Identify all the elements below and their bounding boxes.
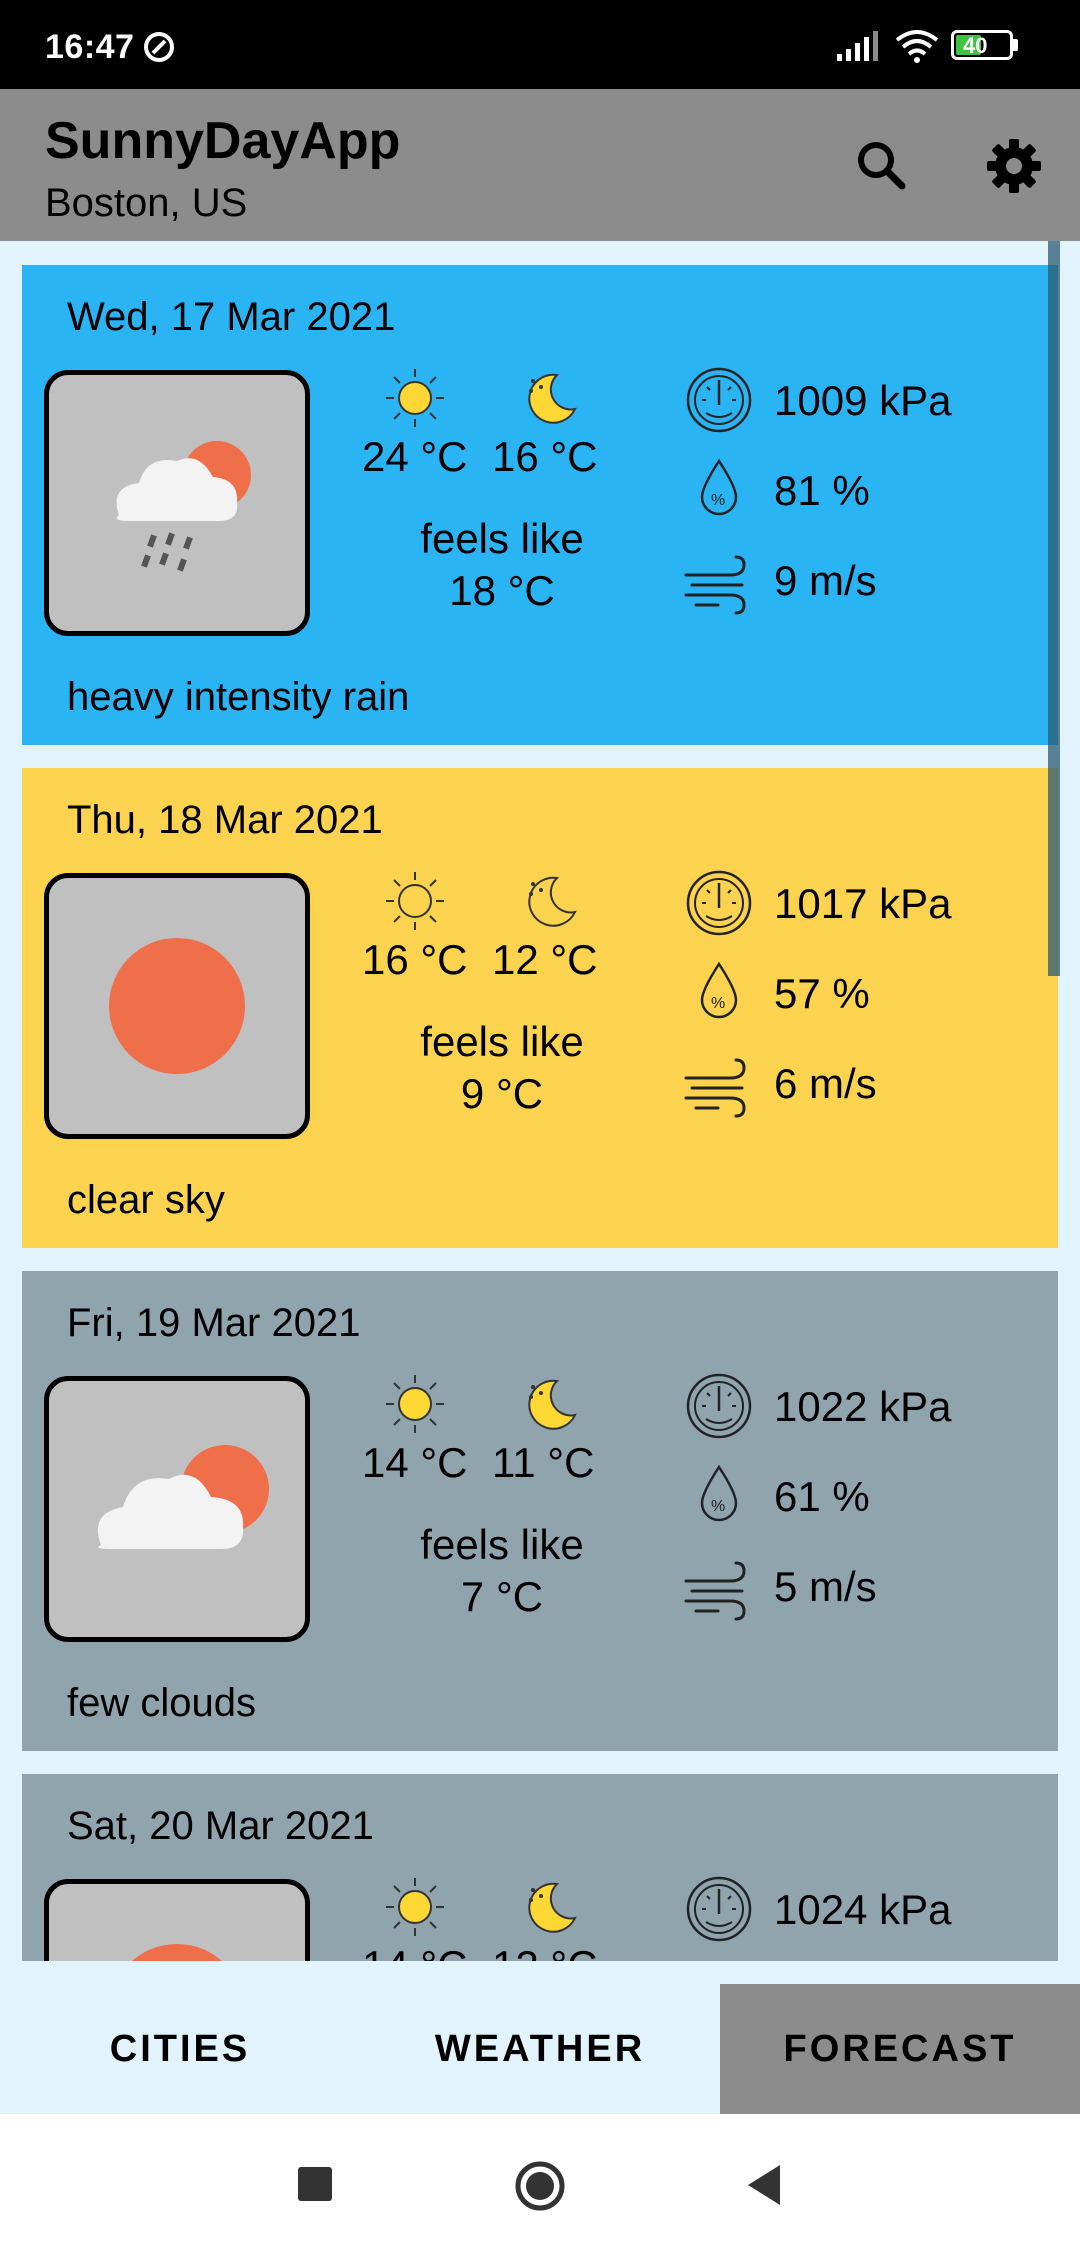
settings-button[interactable] [982,134,1046,198]
feels-like-value: 7 °C [460,1573,544,1620]
wind-value: 6 m/s [774,1060,877,1107]
wind-value: 9 m/s [774,557,877,604]
humidity-value: 61 % [774,1473,870,1520]
recents-button[interactable] [298,2167,332,2201]
app-bar: SunnyDayApp Boston, US [0,89,1080,241]
cellular-signal-icon [837,31,878,61]
app-title: SunnyDayApp [45,112,401,170]
moon-icon [528,1379,577,1430]
humidity-value: 57 % [774,970,870,1017]
night-temperature: 12 °C [492,936,598,983]
wind-value: 5 m/s [774,1563,877,1610]
humidity-drop-icon: % [700,458,738,516]
svg-text:%: % [711,492,725,509]
pressure-value: 1017 kPa [774,880,952,927]
gear-icon [987,139,1041,193]
weather-description: heavy intensity rain [67,675,410,719]
pressure-value: 1022 kPa [774,1383,952,1430]
day-temperature: 24 °C [362,433,468,480]
wind-icon [684,555,746,615]
day-temperature: 16 °C [362,936,468,983]
feels-like-label: feels like [420,1018,584,1065]
feels-like-label: feels like [420,515,584,562]
search-icon [858,142,906,190]
battery-level: 40 [963,33,988,58]
feels-like-label: feels like [420,1521,584,1568]
feels-like-value: 18 °C [449,567,555,614]
svg-text:%: % [711,995,725,1012]
svg-text:%: % [711,1498,725,1515]
moon-icon [528,373,577,424]
weather-thumbnail [44,1879,310,1961]
humidity-value: 81 % [774,467,870,514]
tab-forecast[interactable]: FORECAST [720,1984,1080,2114]
barometer-icon [686,1876,752,1942]
search-button[interactable] [850,134,914,198]
rain-cloud-sun-icon [116,441,251,572]
pressure-value: 1024 kPa [774,1886,952,1933]
battery-indicator: 40 [951,30,1021,62]
humidity-drop-icon: % [700,961,738,1019]
sun-icon [132,1944,222,1961]
city-subtitle: Boston, US [45,181,248,225]
wind-icon [684,1058,746,1118]
feels-like-value: 9 °C [460,1070,544,1117]
sun-icon [386,1878,444,1936]
status-bar: 16:47 40 [0,0,1080,89]
sun-icon [386,1375,444,1433]
day-temperature: 14 °C [362,1942,468,1961]
sun-icon [386,369,444,427]
weather-thumbnail [44,873,310,1139]
forecast-date: Sat, 20 Mar 2021 [67,1804,374,1848]
barometer-icon [686,870,752,936]
forecast-date: Thu, 18 Mar 2021 [67,798,383,842]
forecast-card[interactable]: Thu, 18 Mar 2021 16 °C 12 °C feels like … [22,768,1058,1248]
weather-description: clear sky [67,1178,225,1222]
barometer-icon [686,1373,752,1439]
forecast-card[interactable]: Fri, 19 Mar 2021 14 °C 11 °C feels like … [22,1271,1058,1751]
moon-icon [528,1882,577,1933]
cloud-sun-icon [97,1445,269,1549]
bottom-navigation: CITIES WEATHER FORECAST [0,1984,1080,2114]
day-temperature: 14 °C [362,1439,468,1486]
night-temperature: 16 °C [492,433,598,480]
wifi-icon [895,30,939,63]
sun-icon [386,872,444,930]
barometer-icon [686,367,752,433]
forecast-date: Wed, 17 Mar 2021 [67,295,396,339]
list-scrollbar[interactable] [1048,241,1060,976]
weather-description: few clouds [67,1681,256,1725]
forecast-card[interactable]: Wed, 17 Mar 2021 24 °C 16 °C feels like … [22,265,1058,745]
do-not-disturb-icon [144,32,174,62]
pressure-value: 1009 kPa [774,377,952,424]
night-temperature: 11 °C [492,1439,595,1486]
status-time: 16:47 [45,28,135,66]
tab-weather[interactable]: WEATHER [360,1984,720,2114]
weather-thumbnail [44,1376,310,1642]
home-button[interactable] [514,2160,566,2212]
moon-icon [528,876,577,927]
back-button[interactable] [744,2163,784,2207]
wind-icon [684,1561,746,1621]
forecast-list[interactable]: Wed, 17 Mar 2021 24 °C 16 °C feels like … [0,241,1080,1961]
forecast-card[interactable]: Sat, 20 Mar 2021 14 °C 12 °C [22,1774,1058,1961]
humidity-drop-icon: % [700,1464,738,1522]
night-temperature: 12 °C [492,1942,598,1961]
forecast-date: Fri, 19 Mar 2021 [67,1301,361,1345]
system-navigation-bar [0,2114,1080,2246]
weather-thumbnail [44,370,310,636]
tab-cities[interactable]: CITIES [0,1984,360,2114]
sun-icon [109,938,245,1074]
